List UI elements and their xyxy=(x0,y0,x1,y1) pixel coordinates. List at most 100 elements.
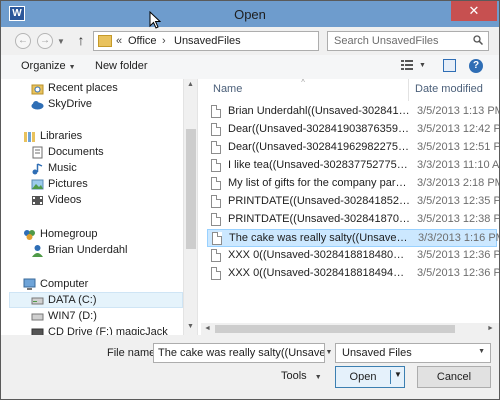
back-button[interactable]: ← xyxy=(15,33,31,49)
forward-button[interactable]: → xyxy=(37,33,53,49)
up-folder-button[interactable]: ↑ xyxy=(74,32,88,50)
scroll-right-icon[interactable]: ► xyxy=(487,325,494,332)
videos-icon xyxy=(32,196,43,205)
file-date: 3/3/2013 11:10 AM xyxy=(417,159,499,171)
open-dialog: W Open ✕ ← → ▼ ↑ « Office › UnsavedFiles… xyxy=(0,0,500,400)
file-row[interactable]: PRINTDATE((Unsaved-302841870137881​6... 3… xyxy=(207,211,499,229)
file-type-select[interactable]: Unsaved Files ▼ xyxy=(335,343,491,363)
file-row[interactable]: XXX 0((Unsaved-302841881848064352)).asd 3… xyxy=(207,247,499,265)
nav-cd-drive-f[interactable]: CD Drive (F:) magicJack xyxy=(31,325,181,335)
change-view-icon[interactable] xyxy=(401,59,413,71)
file-name: My list of gifts for the company par((Un… xyxy=(228,177,410,189)
help-icon[interactable]: ? xyxy=(469,59,483,73)
organize-button[interactable]: Organize ▼ xyxy=(21,60,76,72)
file-row[interactable]: My list of gifts for the company par((Un… xyxy=(207,175,499,193)
nav-pane-scrollbar[interactable]: ▲ ▼ xyxy=(183,79,197,335)
file-name: The cake was really salty((Unsaved-30283… xyxy=(229,232,411,244)
file-name: Dear((Unsaved-302841903876359760)).asd xyxy=(228,123,410,135)
breadcrumb-unsavedfiles[interactable]: UnsavedFiles xyxy=(174,35,241,47)
nav-brian-underdahl[interactable]: Brian Underdahl xyxy=(31,243,181,259)
breadcrumb-arrow-icon[interactable]: › xyxy=(162,35,166,47)
file-row[interactable]: XXX 0((Unsaved-302841881849484352)).asd 3… xyxy=(207,265,499,283)
open-button[interactable]: Open ▼ xyxy=(335,366,405,388)
nav-label: Libraries xyxy=(40,130,83,142)
file-row[interactable]: Dear((Unsaved-302841962982275984)).asd 3/… xyxy=(207,139,499,157)
close-button[interactable]: ✕ xyxy=(451,1,497,21)
chevron-down-icon: ▼ xyxy=(314,374,322,381)
file-row[interactable]: PRINTDATE((Unsaved-302841852725206​2... 3… xyxy=(207,193,499,211)
scroll-down-icon[interactable]: ▼ xyxy=(187,323,194,330)
address-bar[interactable]: « Office › UnsavedFiles ▼ ⟳ xyxy=(93,31,407,51)
file-name: PRINTDATE((Unsaved-302841852725206​2... xyxy=(228,195,410,207)
view-options-dropdown-icon[interactable]: ▼ xyxy=(419,62,426,69)
document-icon xyxy=(211,267,221,280)
nav-pictures[interactable]: Pictures xyxy=(31,177,181,193)
nav-recent-places[interactable]: Recent places xyxy=(31,81,181,97)
nav-videos[interactable]: Videos xyxy=(31,193,181,209)
file-row[interactable]: Dear((Unsaved-302841903876359760)).asd 3/… xyxy=(207,121,499,139)
title-bar[interactable]: W Open ✕ xyxy=(1,1,499,29)
file-name-dropdown-icon[interactable]: ▼ xyxy=(323,343,335,363)
documents-icon xyxy=(32,146,43,159)
nav-pane-scroll-thumb[interactable] xyxy=(186,129,196,249)
file-row[interactable]: I like tea((Unsaved-302837752775957600))… xyxy=(207,157,499,175)
dialog-footer: File name: The cake was really salty((Un… xyxy=(1,335,499,399)
file-list: ˄ Name Date modified Brian Underdahl((Un… xyxy=(201,79,499,335)
nav-libraries[interactable]: Libraries xyxy=(23,129,181,145)
nav-music[interactable]: Music xyxy=(31,161,181,177)
file-date: 3/5/2013 12:38 PM xyxy=(417,213,499,225)
pictures-icon xyxy=(31,179,44,190)
nav-documents[interactable]: Documents xyxy=(31,145,181,161)
nav-label: Computer xyxy=(40,278,89,290)
column-divider[interactable] xyxy=(408,79,409,101)
nav-label: Documents xyxy=(48,146,104,158)
search-box[interactable]: Search UnsavedFiles xyxy=(327,31,489,51)
search-placeholder: Search UnsavedFiles xyxy=(334,35,439,47)
file-row-selected[interactable]: The cake was really salty((Unsaved-30283… xyxy=(207,229,499,247)
file-name: XXX 0((Unsaved-302841881848064352)).asd xyxy=(228,249,410,261)
tools-button[interactable]: Tools ▼ xyxy=(281,370,322,382)
column-header-name[interactable]: Name xyxy=(213,83,242,95)
file-date: 3/5/2013 12:36 PM xyxy=(417,249,499,261)
file-row[interactable]: Brian Underdahl((Unsaved-302841951242...… xyxy=(207,103,499,121)
column-headers: ˄ Name Date modified xyxy=(201,79,499,101)
nav-data-c[interactable]: DATA (C:) xyxy=(9,292,183,308)
preview-pane-icon[interactable] xyxy=(443,59,456,72)
file-date: 3/3/2013 1:16 PM xyxy=(418,232,499,244)
file-date: 3/5/2013 12:42 PM xyxy=(417,123,499,135)
drive-icon xyxy=(31,297,44,305)
file-date: 3/5/2013 12:35 PM xyxy=(417,195,499,207)
search-icon[interactable] xyxy=(473,35,483,45)
file-name: XXX 0((Unsaved-302841881849484352)).asd xyxy=(228,267,410,279)
open-button-divider xyxy=(390,370,391,384)
file-list-horizontal-scrollbar[interactable]: ◄ ► xyxy=(201,323,499,335)
open-options-dropdown-icon[interactable]: ▼ xyxy=(394,370,402,379)
nav-skydrive[interactable]: SkyDrive xyxy=(31,97,181,113)
folder-icon xyxy=(98,35,112,47)
nav-label: Videos xyxy=(48,194,82,206)
horizontal-scroll-thumb[interactable] xyxy=(215,325,455,333)
breadcrumb-office[interactable]: Office xyxy=(128,35,157,47)
nav-homegroup[interactable]: Homegroup xyxy=(23,227,181,243)
file-name: I like tea((Unsaved-302837752775957600))… xyxy=(228,159,410,171)
organize-label: Organize xyxy=(21,60,66,72)
file-date: 3/5/2013 12:36 PM xyxy=(417,267,499,279)
cancel-button[interactable]: Cancel xyxy=(417,366,491,388)
file-name-input[interactable]: The cake was really salty((Unsaved-3( xyxy=(153,343,325,363)
nav-win7-d[interactable]: WIN7 (D:) xyxy=(31,309,181,325)
nav-label: WIN7 (D:) xyxy=(48,310,97,322)
column-header-date-modified[interactable]: Date modified xyxy=(415,83,483,95)
nav-label: Brian Underdahl xyxy=(48,244,128,256)
document-icon xyxy=(212,232,222,245)
nav-label: SkyDrive xyxy=(48,98,93,110)
skydrive-icon xyxy=(31,101,44,110)
nav-computer[interactable]: Computer xyxy=(23,277,181,293)
recent-locations-dropdown-icon[interactable]: ▼ xyxy=(57,37,65,46)
breadcrumb-overflow[interactable]: « xyxy=(116,35,122,47)
nav-label: Homegroup xyxy=(40,228,98,240)
scroll-up-icon[interactable]: ▲ xyxy=(187,81,194,88)
new-folder-button[interactable]: New folder xyxy=(95,60,148,72)
sort-ascending-icon: ˄ xyxy=(301,79,306,85)
scroll-left-icon[interactable]: ◄ xyxy=(204,325,211,332)
cd-drive-icon xyxy=(31,328,44,335)
